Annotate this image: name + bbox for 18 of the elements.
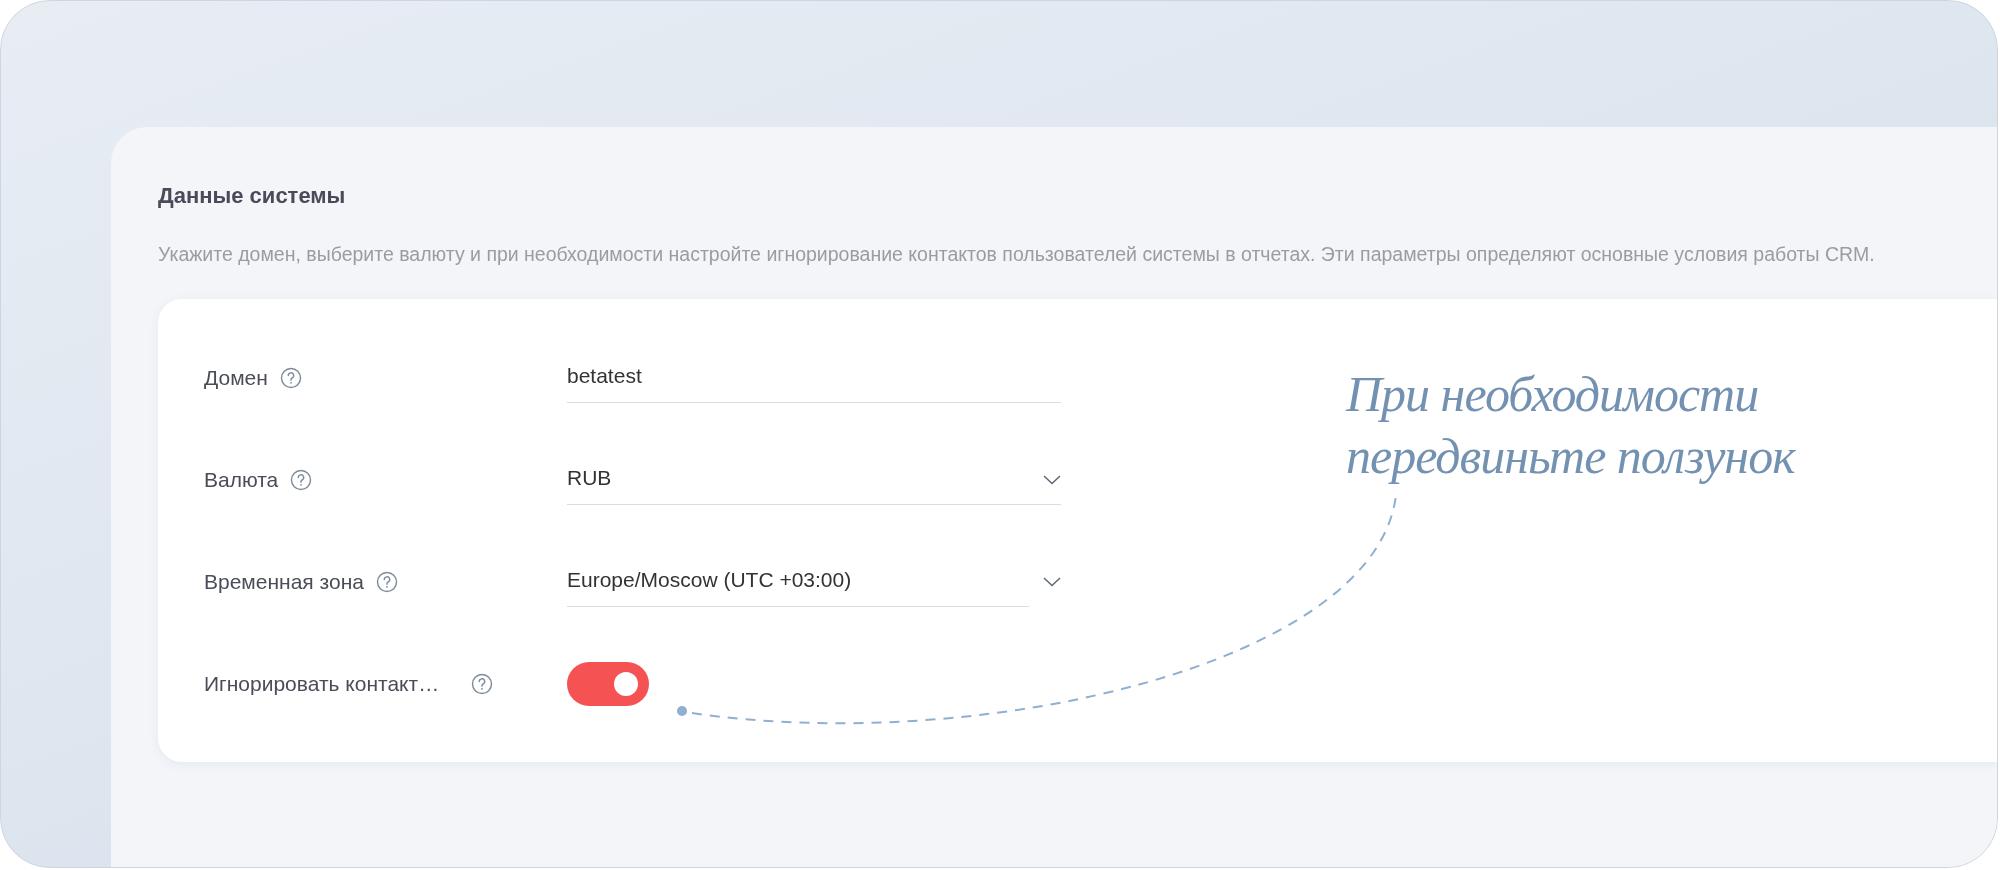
select-field[interactable]: Europe/Moscow (UTC +03:00) xyxy=(567,557,1029,607)
help-icon[interactable] xyxy=(290,469,313,491)
section-title: Данные системы xyxy=(158,183,347,209)
domain-field[interactable]: betatest xyxy=(567,353,1061,403)
field-label: Игнорировать контакт… xyxy=(204,672,440,696)
help-icon[interactable] xyxy=(375,571,398,593)
annotation-line: передвиньте ползунок xyxy=(1346,427,1795,486)
field-label: Временная зона xyxy=(204,570,364,594)
help-icon[interactable] xyxy=(279,367,302,389)
select-field[interactable]: RUB xyxy=(567,455,1061,505)
toggle-switch[interactable] xyxy=(567,662,649,706)
field-label: Домен xyxy=(204,366,268,390)
section-description: Укажите домен, выберите валюту и при необходимости настройте игнорирование контактов пользователей системы в отчетах. Эти параметры определяют основные условия работы CRM. xyxy=(158,242,1876,267)
chevron-down-icon[interactable] xyxy=(1043,475,1061,485)
field-label: Валюта xyxy=(204,468,279,492)
help-icon[interactable] xyxy=(471,673,494,695)
annotation-line: При необходимости xyxy=(1346,365,1760,424)
chevron-down-icon[interactable] xyxy=(1043,577,1061,587)
